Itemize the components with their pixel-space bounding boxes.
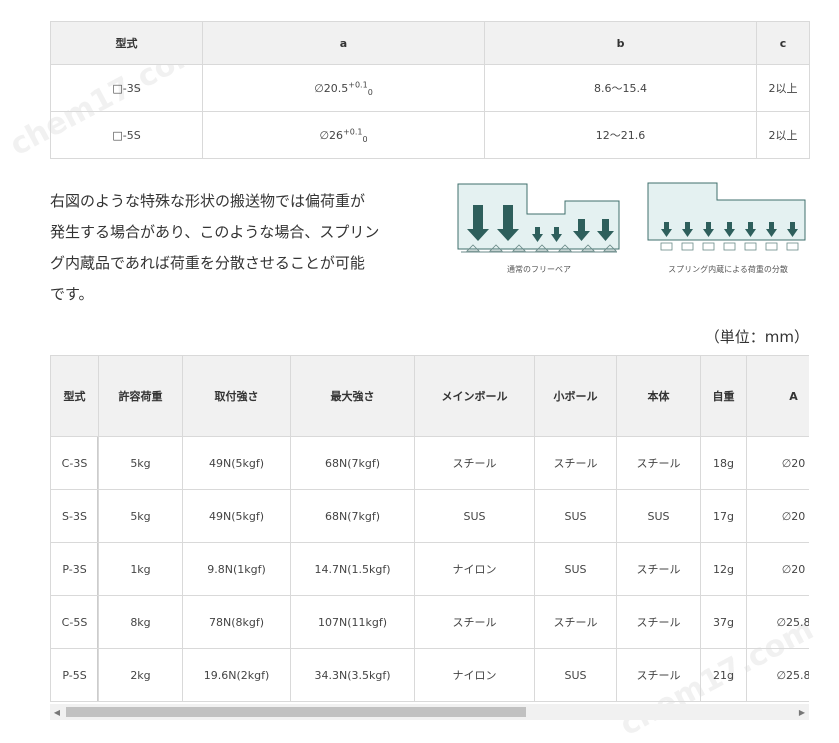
table-row: P-5S 2kg 19.6N(2kgf) 34.3N(3.5kgf) ナイロン … [50,648,809,702]
cell-model: P-5S [50,648,99,702]
description-line: グ内蔵品であれば荷重を分散させることが可能 [50,254,365,272]
cell-a: ∅25.8 [746,595,809,649]
cell-a: ∅25.8 [746,648,809,702]
cell-small-ball: SUS [534,489,617,543]
cell-main-ball: スチール [414,436,535,490]
spec-cell-model: □-3S [50,64,203,112]
table-row: □-3S ∅20.5+0.10 8.6〜15.4 2以上 [50,64,810,112]
table-row: □-5S ∅26+0.10 12〜21.6 2以上 [50,111,810,159]
cell-body: SUS [616,489,701,543]
spec-cell-a: ∅26+0.10 [202,111,485,159]
cell-model: C-3S [50,436,99,490]
cell-load: 2kg [98,648,183,702]
cell-load: 5kg [98,489,183,543]
figure-spring-diagram [647,182,806,251]
cell-mounting: 49N(5kgf) [182,489,291,543]
cell-main-ball: ナイロン [414,542,535,596]
figure-left-caption: 通常のフリーベア [507,265,571,274]
figure-spring-distributed: スプリング内蔵による荷重の分散 [647,182,809,274]
scroll-left-arrow-icon[interactable]: ◀ [50,704,64,720]
cell-small-ball: スチール [534,436,617,490]
table-row: P-3S 1kg 9.8N(1kgf) 14.7N(1.5kgf) ナイロン S… [50,542,809,596]
cell-weight: 17g [700,489,747,543]
table-row: C-5S 8kg 78N(8kgf) 107N(11kgf) スチール スチール… [50,595,809,649]
cell-main-ball: ナイロン [414,648,535,702]
cell-a: ∅20 [746,542,809,596]
figure-normal-diagram [457,183,620,253]
cell-small-ball: SUS [534,542,617,596]
cell-max: 14.7N(1.5kgf) [290,542,415,596]
header-mounting-strength: 取付強さ [182,355,291,437]
cell-body: スチール [616,595,701,649]
unit-label: （単位：mm） [704,328,809,346]
cell-body: スチール [616,436,701,490]
cell-model: S-3S [50,489,99,543]
cell-weight: 21g [700,648,747,702]
cell-mounting: 49N(5kgf) [182,436,291,490]
main-table-scroll-area[interactable]: 型式 許容荷重 取付強さ 最大強さ メインボール 小ボール 本体 自重 A C-… [50,355,809,703]
cell-small-ball: SUS [534,648,617,702]
cell-max: 34.3N(3.5kgf) [290,648,415,702]
horizontal-scrollbar[interactable]: ◀ ▶ [50,704,809,720]
cell-load: 1kg [98,542,183,596]
cell-load: 8kg [98,595,183,649]
cell-a: ∅20 [746,436,809,490]
spec-cell-b: 12〜21.6 [484,111,757,159]
cell-body: スチール [616,542,701,596]
spec-header-model: 型式 [50,21,203,65]
description-text: 右図のような特殊な形状の搬送物では偏荷重が 発生する場合があり、このような場合、… [50,186,420,310]
cell-model: C-5S [50,595,99,649]
cell-weight: 18g [700,436,747,490]
spec-table: 型式 a b c □-3S ∅20.5+0.10 8.6〜15.4 2以上 □-… [50,21,810,159]
table-row: S-3S 5kg 49N(5kgf) 68N(7kgf) SUS SUS SUS… [50,489,809,543]
table-row: C-3S 5kg 49N(5kgf) 68N(7kgf) スチール スチール ス… [50,436,809,490]
main-table-header: 型式 許容荷重 取付強さ 最大強さ メインボール 小ボール 本体 自重 A [50,355,809,437]
spec-header-c: c [756,21,810,65]
cell-max: 107N(11kgf) [290,595,415,649]
header-max-strength: 最大強さ [290,355,415,437]
header-a: A [746,355,809,437]
spec-cell-a: ∅20.5+0.10 [202,64,485,112]
spec-header-a: a [202,21,485,65]
cell-mounting: 9.8N(1kgf) [182,542,291,596]
cell-model: P-3S [50,542,99,596]
spec-header-b: b [484,21,757,65]
spec-cell-model: □-5S [50,111,203,159]
figure-normal-free-bear: 通常のフリーベア [457,183,621,274]
main-table: 型式 許容荷重 取付強さ 最大強さ メインボール 小ボール 本体 自重 A C-… [50,355,809,702]
cell-load: 5kg [98,436,183,490]
description-line: 右図のような特殊な形状の搬送物では偏荷重が [50,192,366,210]
cell-mounting: 19.6N(2kgf) [182,648,291,702]
spec-cell-c: 2以上 [756,64,810,112]
scrollbar-thumb[interactable] [66,707,526,717]
description-line: です。 [50,285,94,303]
description-line: 発生する場合があり、このような場合、スプリン [50,223,380,241]
scroll-right-arrow-icon[interactable]: ▶ [795,704,809,720]
spec-cell-b: 8.6〜15.4 [484,64,757,112]
cell-body: スチール [616,648,701,702]
cell-weight: 37g [700,595,747,649]
cell-max: 68N(7kgf) [290,489,415,543]
figure-right-caption: スプリング内蔵による荷重の分散 [668,265,788,274]
header-weight: 自重 [700,355,747,437]
header-small-ball: 小ボール [534,355,617,437]
header-allowable-load: 許容荷重 [98,355,183,437]
cell-a: ∅20 [746,489,809,543]
cell-mounting: 78N(8kgf) [182,595,291,649]
spec-table-header: 型式 a b c [50,21,810,65]
cell-max: 68N(7kgf) [290,436,415,490]
cell-main-ball: SUS [414,489,535,543]
cell-main-ball: スチール [414,595,535,649]
cell-weight: 12g [700,542,747,596]
header-body: 本体 [616,355,701,437]
header-main-ball: メインボール [414,355,535,437]
cell-small-ball: スチール [534,595,617,649]
header-model: 型式 [50,355,99,437]
spec-cell-c: 2以上 [756,111,810,159]
